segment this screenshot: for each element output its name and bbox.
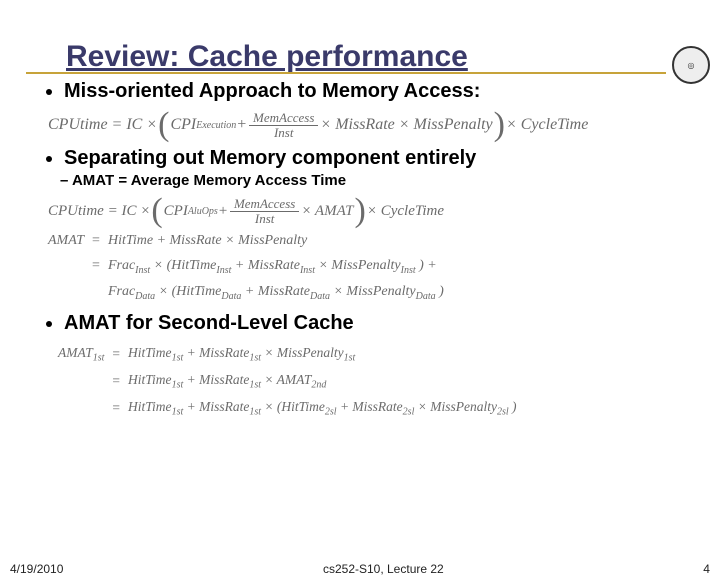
footer: 4/19/2010 cs252-S10, Lecture 22 4 xyxy=(0,562,720,576)
sub-bullet-list: AMAT = Average Memory Access Time xyxy=(30,172,690,189)
bullet-1: Miss-oriented Approach to Memory Access: xyxy=(64,80,690,103)
bullet-3: AMAT for Second-Level Cache xyxy=(64,312,690,335)
seal-icon: ◎ xyxy=(672,46,710,84)
footer-course: cs252-S10, Lecture 22 xyxy=(323,562,444,576)
footer-page: 4 xyxy=(703,562,710,576)
title-block: Review: Cache performance xyxy=(0,40,720,76)
bullet-2: Separating out Memory component entirely xyxy=(64,147,690,170)
bullet-list-3: AMAT for Second-Level Cache xyxy=(30,312,690,335)
bullet-list: Miss-oriented Approach to Memory Access: xyxy=(30,80,690,103)
sub-bullet-1: AMAT = Average Memory Access Time xyxy=(60,172,690,189)
formula-1: CPUtime = IC × ( CPIExecution + MemAcces… xyxy=(30,103,690,145)
footer-date: 4/19/2010 xyxy=(10,562,63,576)
formula-2: CPUtime = IC × ( CPIAluOps + MemAccessIn… xyxy=(30,189,690,310)
bullet-list-2: Separating out Memory component entirely xyxy=(30,147,690,170)
slide-content: Miss-oriented Approach to Memory Access:… xyxy=(0,74,720,425)
slide-title: Review: Cache performance xyxy=(66,40,468,76)
formula-3: AMAT1st = HitTime1st + MissRate1st × Mis… xyxy=(30,335,690,425)
